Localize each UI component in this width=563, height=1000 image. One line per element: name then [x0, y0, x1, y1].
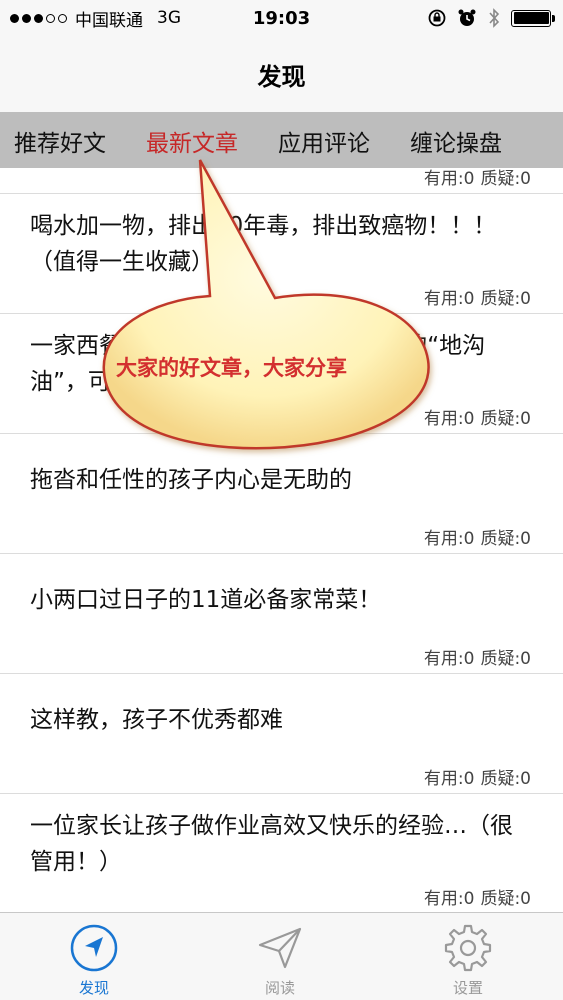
tabbar-label: 发现	[78, 979, 109, 997]
tabbar-label: 阅读	[264, 979, 295, 997]
tabbar-settings[interactable]: 设置	[408, 913, 528, 1000]
callout-text: 大家的好文章，大家分享	[116, 356, 347, 380]
bottom-tab-bar: 发现 阅读 设置	[0, 912, 563, 1000]
tabbar-reading[interactable]: 阅读	[220, 913, 340, 1000]
tabbar-label: 设置	[452, 979, 483, 997]
gear-icon	[444, 924, 492, 972]
compass-icon	[70, 924, 118, 972]
tabbar-discover[interactable]: 发现	[34, 913, 154, 1000]
callout-bubble	[102, 159, 430, 450]
paper-plane-icon	[258, 927, 302, 969]
